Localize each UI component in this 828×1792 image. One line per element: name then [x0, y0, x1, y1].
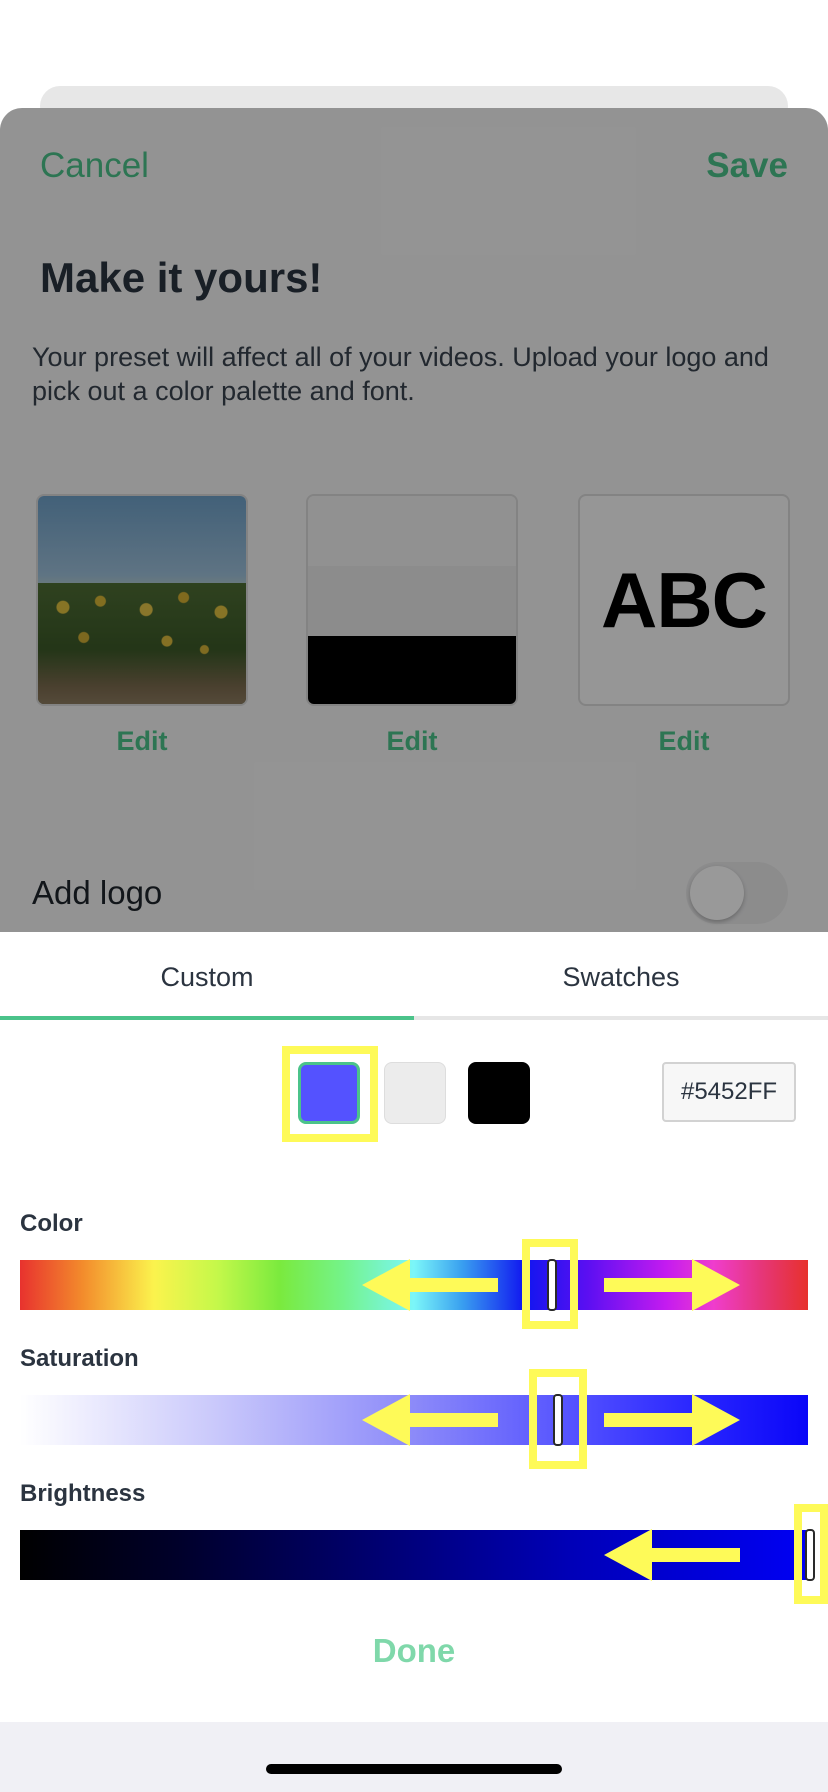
color-palette-tile[interactable]: [306, 494, 518, 706]
toggle-knob: [690, 866, 744, 920]
right-arrow-icon: [604, 1394, 740, 1446]
right-arrow-icon: [604, 1259, 740, 1311]
left-arrow-icon: [362, 1259, 498, 1311]
font-tile[interactable]: ABC: [578, 494, 790, 706]
palette-color-1: [308, 496, 516, 566]
color-slider-label: Color: [20, 1210, 83, 1237]
left-arrow-icon: [362, 1394, 498, 1446]
swatch-light-gray[interactable]: [384, 1062, 446, 1124]
tab-custom[interactable]: Custom: [0, 932, 414, 1020]
saturation-slider-label: Saturation: [20, 1345, 139, 1372]
font-sample: ABC: [601, 555, 768, 644]
edit-font-button[interactable]: Edit: [578, 726, 790, 757]
brightness-slider-thumb[interactable]: [805, 1529, 815, 1581]
color-picker-panel: Custom Swatches Color Saturation Brightn…: [0, 932, 828, 1722]
add-logo-toggle[interactable]: [686, 862, 788, 924]
palette-color-3: [308, 636, 516, 704]
saturation-slider-thumb[interactable]: [553, 1394, 563, 1446]
tab-swatches[interactable]: Swatches: [414, 932, 828, 1020]
tab-active-indicator: [0, 1016, 414, 1020]
swatch-selected-blue[interactable]: [298, 1062, 360, 1124]
cancel-button[interactable]: Cancel: [40, 146, 149, 186]
home-indicator[interactable]: [266, 1764, 562, 1774]
hex-color-input[interactable]: [662, 1062, 796, 1122]
swatch-black[interactable]: [468, 1062, 530, 1124]
picker-tabs: Custom Swatches: [0, 932, 828, 1020]
page-title: Make it yours!: [40, 254, 323, 301]
logo-photo-tile[interactable]: [36, 494, 248, 706]
color-slider-thumb[interactable]: [547, 1259, 557, 1311]
page-description: Your preset will affect all of your vide…: [32, 342, 769, 406]
preset-sheet: Cancel Save Make it yours! Your preset w…: [0, 108, 828, 932]
sunflower-photo: [38, 583, 246, 704]
edit-photo-button[interactable]: Edit: [36, 726, 248, 757]
brightness-slider-label: Brightness: [20, 1480, 146, 1507]
save-button[interactable]: Save: [706, 146, 788, 186]
left-arrow-icon: [604, 1529, 740, 1581]
add-logo-label: Add logo: [32, 874, 163, 911]
home-indicator-area: [0, 1722, 828, 1792]
done-button[interactable]: Done: [0, 1632, 828, 1670]
edit-palette-button[interactable]: Edit: [306, 726, 518, 757]
palette-color-2: [308, 566, 516, 636]
